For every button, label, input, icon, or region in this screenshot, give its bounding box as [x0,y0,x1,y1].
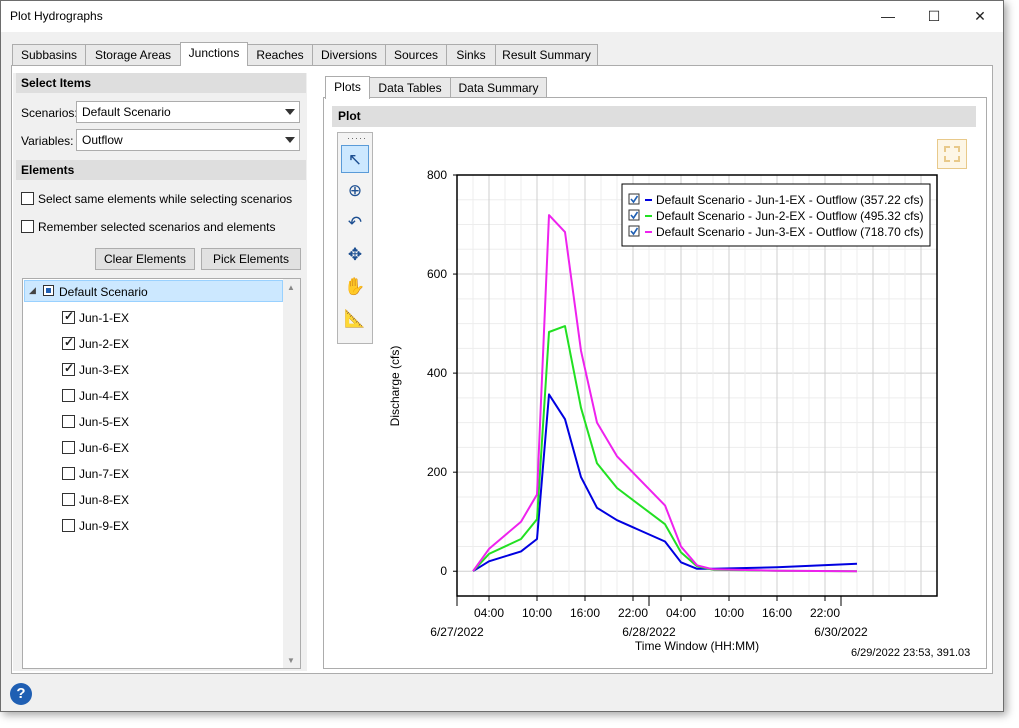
subtab-data-tables[interactable]: Data Tables [369,77,451,98]
pick-elements-button[interactable]: Pick Elements [201,248,301,270]
scenarios-value: Default Scenario [82,105,171,119]
tree-item-checkbox[interactable] [62,493,75,506]
plots-panel [323,97,987,669]
tab-reaches[interactable]: Reaches [247,44,313,65]
scenarios-dropdown[interactable]: Default Scenario [76,101,300,123]
tree-item-checkbox[interactable] [62,389,75,402]
fit-view-icon[interactable] [937,139,967,169]
scenarios-label: Scenarios: [21,106,78,120]
chevron-down-icon [285,137,295,143]
tree-item-checkbox[interactable] [62,519,75,532]
plot-header: Plot [332,106,976,127]
zoom-in-out-icon[interactable]: ⊕ [341,177,369,205]
measure-ruler-icon[interactable]: 📐 [341,305,369,333]
pan-hand-icon[interactable]: ✋ [341,273,369,301]
tree-item-label[interactable]: Jun-5-EX [79,415,129,429]
plot-toolbar: ····· ↖ ⊕ ↶ ✥ ✋ 📐 [337,132,373,344]
close-button[interactable]: ✕ [957,1,1003,32]
tree-item-label[interactable]: Jun-6-EX [79,441,129,455]
remember-label: Remember selected scenarios and elements [38,220,276,234]
tab-diversions[interactable]: Diversions [312,44,386,65]
tab-sinks[interactable]: Sinks [446,44,496,65]
tree-item-checkbox[interactable] [62,335,75,350]
tree-item-checkbox[interactable] [62,309,75,324]
tab-subbasins[interactable]: Subbasins [12,44,86,65]
zoom-back-icon[interactable]: ↶ [341,209,369,237]
tree-item-label[interactable]: Jun-9-EX [79,519,129,533]
window-title: Plot Hydrographs [10,9,103,23]
scroll-up-icon[interactable]: ▲ [287,283,295,292]
cursor-readout: 6/29/2022 23:53, 391.03 [851,647,971,659]
clear-elements-button[interactable]: Clear Elements [95,248,195,270]
tab-storage-areas[interactable]: Storage Areas [85,44,181,65]
maximize-button[interactable]: ☐ [911,1,957,32]
variables-label: Variables: [21,134,74,148]
title-bar: Plot Hydrographs — ☐ ✕ [1,1,1003,32]
tree-item-label[interactable]: Jun-2-EX [79,337,129,351]
tree-item-label[interactable]: Jun-4-EX [79,389,129,403]
tree-item-checkbox[interactable] [62,415,75,428]
elements-tree[interactable]: ◢ Default Scenario Jun-1-EX Jun-2-EX Jun-3… [22,278,301,669]
subtab-data-summary[interactable]: Data Summary [450,77,547,98]
tree-item-checkbox[interactable] [62,361,75,376]
tab-sources[interactable]: Sources [385,44,447,65]
variables-dropdown[interactable]: Outflow [76,129,300,151]
same-elements-label: Select same elements while selecting sce… [38,192,293,206]
tree-item-checkbox[interactable] [62,467,75,480]
tree-item-label[interactable]: Jun-8-EX [79,493,129,507]
remember-checkbox[interactable] [21,220,34,233]
select-pointer-icon[interactable]: ↖ [341,145,369,173]
tree-root-checkbox[interactable] [43,285,54,296]
toolbar-grip-icon[interactable]: ····· [347,133,367,143]
select-items-header: Select Items [16,73,306,93]
same-elements-checkbox[interactable] [21,192,34,205]
tree-item-label[interactable]: Jun-3-EX [79,363,129,377]
zoom-extents-icon[interactable]: ✥ [341,241,369,269]
elements-header: Elements [16,160,306,180]
tab-junctions[interactable]: Junctions [180,42,248,66]
chevron-down-icon [285,109,295,115]
subtab-plots[interactable]: Plots [325,76,370,99]
minimize-button[interactable]: — [865,1,911,32]
tab-result-summary[interactable]: Result Summary [495,44,598,65]
tree-item-label[interactable]: Jun-1-EX [79,311,129,325]
collapse-triangle-icon[interactable]: ◢ [29,285,36,296]
tree-scrollbar[interactable]: ▲ ▼ [283,279,300,668]
tree-item-checkbox[interactable] [62,441,75,454]
scroll-down-icon[interactable]: ▼ [287,656,295,665]
variables-value: Outflow [82,133,123,147]
tree-root-label: Default Scenario [59,285,148,299]
tree-item-label[interactable]: Jun-7-EX [79,467,129,481]
help-icon[interactable]: ? [10,683,32,705]
